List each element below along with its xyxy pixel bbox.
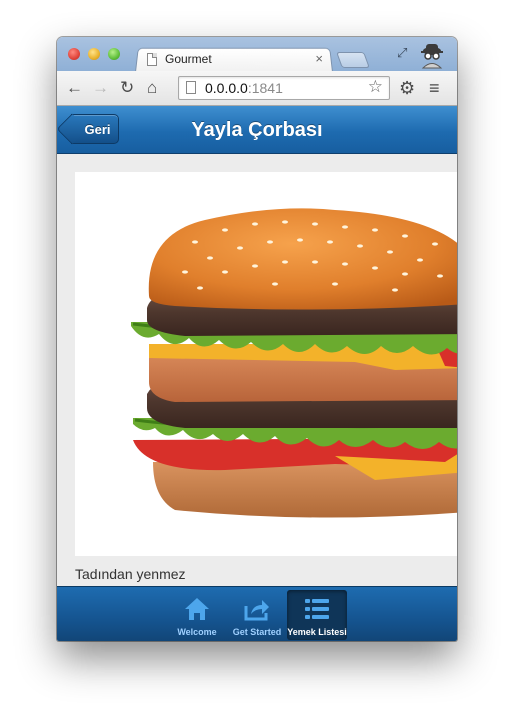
tab-close-icon[interactable]: × (315, 51, 323, 66)
tab-yemek-listesi[interactable]: Yemek Listesi (287, 590, 347, 640)
url-host: 0.0.0.0 (205, 80, 248, 96)
tab-label: Get Started (232, 627, 282, 637)
address-bar[interactable]: 0.0.0.0:1841 ☆ (178, 76, 390, 100)
minimize-window-button[interactable] (88, 48, 100, 60)
page-title: Yayla Çorbası (191, 119, 323, 141)
tab-title: Gourmet (165, 52, 212, 66)
new-tab-button[interactable] (336, 52, 370, 68)
url-port: :1841 (247, 80, 283, 96)
menu-icon[interactable]: ≡ (429, 78, 440, 98)
burger-image (75, 172, 457, 556)
reload-icon[interactable]: ↻ (120, 78, 134, 98)
tab-label: Welcome (177, 627, 217, 637)
page-favicon-icon (147, 53, 157, 66)
tab-strip: Gourmet × ⤢ (57, 37, 457, 72)
back-arrow-icon[interactable]: ← (66, 78, 83, 98)
app-header: Geri Yayla Çorbası (57, 106, 457, 154)
wrench-icon[interactable]: ⚙ (399, 78, 415, 98)
tab-gourmet[interactable]: Gourmet × (141, 49, 331, 71)
burger-illustration (131, 208, 457, 518)
back-button-label: Geri (84, 121, 111, 137)
browser-window: Gourmet × ⤢ ← → ↻ ⌂ 0.0.0.0:1841 ☆ ⚙ ≡ G… (57, 37, 457, 641)
recipe-content: Tadından yenmez (57, 154, 457, 586)
fullscreen-icon[interactable]: ⤢ (397, 45, 407, 61)
incognito-icon (421, 44, 443, 69)
zoom-window-button[interactable] (108, 48, 120, 60)
recipe-caption: Tadından yenmez (75, 566, 186, 582)
list-icon (305, 599, 329, 619)
home-icon (185, 598, 209, 620)
close-window-button[interactable] (68, 48, 80, 60)
tab-welcome[interactable]: Welcome (166, 590, 228, 640)
bookmark-star-icon[interactable]: ☆ (368, 77, 383, 97)
share-icon (244, 600, 269, 621)
forward-arrow-icon[interactable]: → (92, 78, 109, 98)
page-icon (186, 81, 196, 94)
tab-get-started[interactable]: Get Started (226, 590, 288, 640)
url-text: 0.0.0.0:1841 (205, 80, 283, 96)
bottom-tab-bar: Welcome Get Started Yemek Listesi (57, 586, 457, 641)
tab-label: Yemek Listesi (287, 627, 347, 637)
home-icon[interactable]: ⌂ (147, 78, 157, 98)
browser-toolbar: ← → ↻ ⌂ 0.0.0.0:1841 ☆ ⚙ ≡ (57, 71, 457, 106)
